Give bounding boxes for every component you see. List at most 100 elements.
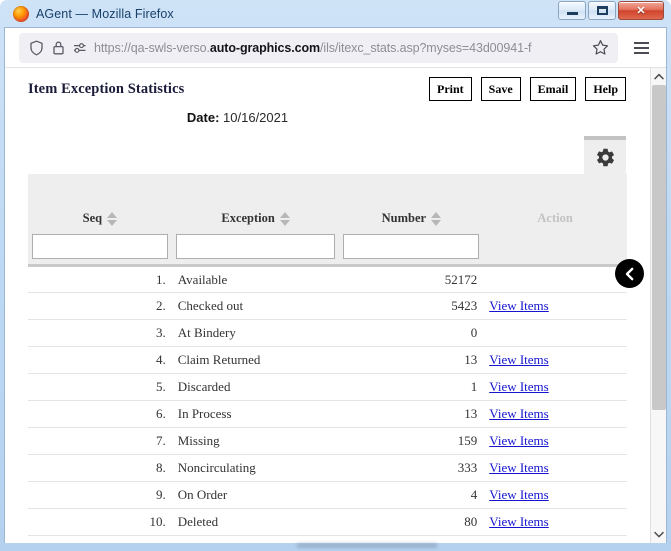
date-value: 10/16/2021 [223,110,289,125]
scrollbar-up-button[interactable] [651,68,666,85]
table-row: 6. In Process 13 View Items [28,400,627,428]
maximize-button[interactable] [588,1,616,20]
save-button[interactable]: Save [480,77,521,101]
cell-action: View Items [483,508,627,536]
view-items-link[interactable]: View Items [489,406,549,421]
cell-exception: Noncirculating [171,454,340,482]
table-body: 1. Available 52172 2. Checked out 5423 View It… [28,265,627,536]
cell-seq: 1. [28,265,172,293]
table-row: 7. Missing 159 View Items [28,427,627,455]
table-row: 8. Noncirculating 333 View Items [28,454,627,482]
settings-gear-button[interactable] [584,136,626,174]
table-head: Seq Exception Number Action [28,174,627,267]
view-items-link[interactable]: View Items [489,433,549,448]
url-text[interactable]: https://qa-swls-verso.auto-graphics.com/… [94,41,590,55]
cell-number: 0 [339,319,484,347]
filter-cell-exception [171,234,340,267]
column-label-action: Action [537,211,573,225]
cell-action: View Items [483,292,627,320]
chevron-left-icon [625,267,633,280]
cell-number: 52172 [339,265,484,293]
column-label-seq: Seq [82,211,103,225]
address-bar[interactable]: https://qa-swls-verso.auto-graphics.com/… [19,32,618,63]
table-row: 4. Claim Returned 13 View Items [28,346,627,374]
cell-number: 5423 [339,292,484,320]
cell-number: 1 [339,373,484,401]
table-filter-row [28,234,627,267]
view-items-link[interactable]: View Items [489,298,549,313]
scrollbar-thumb[interactable] [652,85,666,410]
navigation-toolbar: https://qa-swls-verso.auto-graphics.com/… [5,28,666,68]
cell-number: 4 [339,481,484,509]
email-button[interactable]: Email [529,77,577,101]
menu-line [633,46,649,49]
page-content: Item Exception Statistics Print Save Ema… [5,68,650,543]
hamburger-menu-icon[interactable] [626,34,656,62]
collapse-panel-button[interactable] [615,259,644,288]
statistics-table-container: Seq Exception Number Action 1. Available… [28,174,627,536]
view-items-link[interactable]: View Items [489,379,549,394]
shield-icon[interactable] [25,37,47,59]
table-row: 3. At Bindery 0 [28,319,627,347]
sort-arrows-icon[interactable] [279,211,290,226]
cell-exception: Available [171,265,340,293]
minimize-button[interactable] [558,1,586,20]
cell-number: 13 [339,346,484,374]
chevron-up-icon [654,73,664,80]
lock-icon[interactable] [47,37,69,59]
cell-seq: 4. [28,346,172,374]
filter-input-exception[interactable] [175,234,336,259]
cell-action: View Items [483,373,627,401]
cell-number: 13 [339,400,484,428]
cell-seq: 5. [28,373,172,401]
page-scrollbar[interactable] [650,68,666,543]
cell-seq: 2. [28,292,172,320]
browser-chrome: https://qa-swls-verso.auto-graphics.com/… [4,27,667,543]
permissions-icon[interactable] [69,37,91,59]
view-items-link[interactable]: View Items [489,487,549,502]
column-header-seq[interactable]: Seq [28,174,172,234]
filter-input-seq[interactable] [32,234,168,259]
cell-action [483,319,627,347]
minimize-icon [566,12,578,15]
cell-action: View Items [483,454,627,482]
table-row: 10. Deleted 80 View Items [28,508,627,536]
bookmark-star-icon[interactable] [590,38,610,58]
page-viewport: Item Exception Statistics Print Save Ema… [5,68,666,543]
cell-seq: 9. [28,481,172,509]
sort-arrows-icon[interactable] [107,211,118,226]
window-title: AGent — Mozilla Firefox [36,6,174,21]
column-label-number: Number [381,211,427,225]
cell-exception: Discarded [171,373,340,401]
filter-cell-seq [28,234,172,267]
cell-exception: Deleted [171,508,340,536]
cell-number: 80 [339,508,484,536]
gear-icon [596,148,614,166]
table-row: 1. Available 52172 [28,265,627,293]
column-header-number[interactable]: Number [339,174,484,234]
cell-seq: 10. [28,508,172,536]
cell-exception: At Bindery [171,319,340,347]
help-button[interactable]: Help [585,77,626,101]
view-items-link[interactable]: View Items [489,514,549,529]
cell-number: 333 [339,454,484,482]
cell-seq: 6. [28,400,172,428]
column-header-exception[interactable]: Exception [171,174,340,234]
browser-window: AGent — Mozilla Firefox ✕ https://qa-swl… [0,0,671,551]
cell-exception: Claim Returned [171,346,340,374]
filter-input-number[interactable] [343,234,480,259]
view-items-link[interactable]: View Items [489,352,549,367]
cell-exception: Missing [171,427,340,455]
view-items-link[interactable]: View Items [489,460,549,475]
cell-action: View Items [483,346,627,374]
sort-arrows-icon[interactable] [431,211,442,226]
window-controls: ✕ [556,1,664,20]
menu-line [633,51,649,54]
table-row: 5. Discarded 1 View Items [28,373,627,401]
scrollbar-down-button[interactable] [651,526,666,543]
cell-seq: 8. [28,454,172,482]
print-button[interactable]: Print [428,77,472,101]
cell-action: View Items [483,427,627,455]
close-button[interactable]: ✕ [618,1,664,20]
cell-action: View Items [483,400,627,428]
